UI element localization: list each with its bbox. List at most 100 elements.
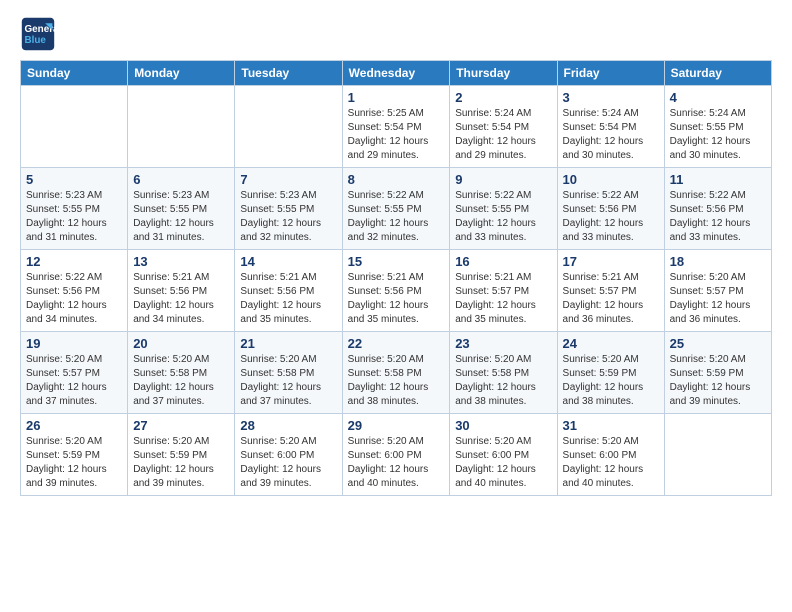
- week-row-5: 26 Sunrise: 5:20 AM Sunset: 5:59 PM Dayli…: [21, 414, 772, 496]
- day-number: 3: [563, 90, 659, 105]
- calendar-cell: 12 Sunrise: 5:22 AM Sunset: 5:56 PM Dayli…: [21, 250, 128, 332]
- day-number: 27: [133, 418, 229, 433]
- day-info: Sunrise: 5:20 AM Sunset: 5:58 PM Dayligh…: [455, 353, 551, 409]
- calendar-cell: 13 Sunrise: 5:21 AM Sunset: 5:56 PM Dayli…: [128, 250, 235, 332]
- logo-icon: General Blue: [20, 16, 56, 52]
- weekday-monday: Monday: [128, 61, 235, 86]
- calendar-cell: [21, 86, 128, 168]
- day-info: Sunrise: 5:20 AM Sunset: 6:00 PM Dayligh…: [348, 435, 445, 491]
- day-info: Sunrise: 5:22 AM Sunset: 5:55 PM Dayligh…: [348, 189, 445, 245]
- calendar: SundayMondayTuesdayWednesdayThursdayFrid…: [20, 60, 772, 496]
- day-info: Sunrise: 5:21 AM Sunset: 5:57 PM Dayligh…: [455, 271, 551, 327]
- calendar-cell: 11 Sunrise: 5:22 AM Sunset: 5:56 PM Dayli…: [664, 168, 771, 250]
- calendar-cell: 23 Sunrise: 5:20 AM Sunset: 5:58 PM Dayli…: [450, 332, 557, 414]
- day-number: 16: [455, 254, 551, 269]
- calendar-cell: 5 Sunrise: 5:23 AM Sunset: 5:55 PM Daylig…: [21, 168, 128, 250]
- calendar-cell: 25 Sunrise: 5:20 AM Sunset: 5:59 PM Dayli…: [664, 332, 771, 414]
- calendar-cell: 3 Sunrise: 5:24 AM Sunset: 5:54 PM Daylig…: [557, 86, 664, 168]
- day-info: Sunrise: 5:20 AM Sunset: 5:59 PM Dayligh…: [133, 435, 229, 491]
- header: General Blue: [20, 16, 772, 52]
- day-info: Sunrise: 5:21 AM Sunset: 5:56 PM Dayligh…: [133, 271, 229, 327]
- calendar-cell: 2Sunrise: 5:24 AM Sunset: 5:54 PM Daylig…: [450, 86, 557, 168]
- day-number: 8: [348, 172, 445, 187]
- calendar-cell: 14 Sunrise: 5:21 AM Sunset: 5:56 PM Dayli…: [235, 250, 342, 332]
- calendar-cell: [128, 86, 235, 168]
- day-number: 20: [133, 336, 229, 351]
- calendar-cell: 16 Sunrise: 5:21 AM Sunset: 5:57 PM Dayli…: [450, 250, 557, 332]
- calendar-cell: 28Sunrise: 5:20 AM Sunset: 6:00 PM Dayli…: [235, 414, 342, 496]
- day-number: 28: [240, 418, 336, 433]
- calendar-cell: 30 Sunrise: 5:20 AM Sunset: 6:00 PM Dayli…: [450, 414, 557, 496]
- day-number: 4: [670, 90, 766, 105]
- svg-text:Blue: Blue: [25, 35, 47, 46]
- weekday-saturday: Saturday: [664, 61, 771, 86]
- day-info: Sunrise: 5:20 AM Sunset: 5:58 PM Dayligh…: [240, 353, 336, 409]
- calendar-cell: 4 Sunrise: 5:24 AM Sunset: 5:55 PM Daylig…: [664, 86, 771, 168]
- day-number: 5: [26, 172, 122, 187]
- calendar-cell: 26 Sunrise: 5:20 AM Sunset: 5:59 PM Dayli…: [21, 414, 128, 496]
- calendar-cell: 27 Sunrise: 5:20 AM Sunset: 5:59 PM Dayli…: [128, 414, 235, 496]
- day-number: 25: [670, 336, 766, 351]
- day-info: Sunrise: 5:21 AM Sunset: 5:57 PM Dayligh…: [563, 271, 659, 327]
- day-number: 30: [455, 418, 551, 433]
- day-info: Sunrise: 5:24 AM Sunset: 5:54 PM Dayligh…: [455, 107, 551, 163]
- weekday-tuesday: Tuesday: [235, 61, 342, 86]
- weekday-wednesday: Wednesday: [342, 61, 450, 86]
- day-number: 11: [670, 172, 766, 187]
- calendar-cell: 18 Sunrise: 5:20 AM Sunset: 5:57 PM Dayli…: [664, 250, 771, 332]
- day-info: Sunrise: 5:24 AM Sunset: 5:54 PM Dayligh…: [563, 107, 659, 163]
- week-row-1: 1 Sunrise: 5:25 AM Sunset: 5:54 PM Daylig…: [21, 86, 772, 168]
- day-number: 24: [563, 336, 659, 351]
- calendar-cell: 10Sunrise: 5:22 AM Sunset: 5:56 PM Dayli…: [557, 168, 664, 250]
- calendar-cell: 7 Sunrise: 5:23 AM Sunset: 5:55 PM Daylig…: [235, 168, 342, 250]
- day-number: 15: [348, 254, 445, 269]
- logo: General Blue: [20, 16, 62, 52]
- day-number: 1: [348, 90, 445, 105]
- calendar-cell: 1 Sunrise: 5:25 AM Sunset: 5:54 PM Daylig…: [342, 86, 450, 168]
- day-number: 23: [455, 336, 551, 351]
- weekday-thursday: Thursday: [450, 61, 557, 86]
- day-info: Sunrise: 5:22 AM Sunset: 5:55 PM Dayligh…: [455, 189, 551, 245]
- day-number: 26: [26, 418, 122, 433]
- calendar-cell: 9 Sunrise: 5:22 AM Sunset: 5:55 PM Daylig…: [450, 168, 557, 250]
- weekday-sunday: Sunday: [21, 61, 128, 86]
- day-info: Sunrise: 5:20 AM Sunset: 5:57 PM Dayligh…: [670, 271, 766, 327]
- day-info: Sunrise: 5:20 AM Sunset: 5:59 PM Dayligh…: [670, 353, 766, 409]
- day-info: Sunrise: 5:20 AM Sunset: 5:57 PM Dayligh…: [26, 353, 122, 409]
- calendar-cell: [664, 414, 771, 496]
- calendar-cell: 22Sunrise: 5:20 AM Sunset: 5:58 PM Dayli…: [342, 332, 450, 414]
- day-number: 9: [455, 172, 551, 187]
- day-info: Sunrise: 5:23 AM Sunset: 5:55 PM Dayligh…: [240, 189, 336, 245]
- day-number: 13: [133, 254, 229, 269]
- day-number: 12: [26, 254, 122, 269]
- day-info: Sunrise: 5:23 AM Sunset: 5:55 PM Dayligh…: [133, 189, 229, 245]
- day-info: Sunrise: 5:23 AM Sunset: 5:55 PM Dayligh…: [26, 189, 122, 245]
- calendar-cell: [235, 86, 342, 168]
- day-info: Sunrise: 5:22 AM Sunset: 5:56 PM Dayligh…: [26, 271, 122, 327]
- calendar-cell: 8 Sunrise: 5:22 AM Sunset: 5:55 PM Daylig…: [342, 168, 450, 250]
- day-number: 21: [240, 336, 336, 351]
- day-number: 14: [240, 254, 336, 269]
- calendar-body: 1 Sunrise: 5:25 AM Sunset: 5:54 PM Daylig…: [21, 86, 772, 496]
- day-info: Sunrise: 5:25 AM Sunset: 5:54 PM Dayligh…: [348, 107, 445, 163]
- weekday-friday: Friday: [557, 61, 664, 86]
- day-number: 18: [670, 254, 766, 269]
- day-info: Sunrise: 5:22 AM Sunset: 5:56 PM Dayligh…: [670, 189, 766, 245]
- day-number: 29: [348, 418, 445, 433]
- day-info: Sunrise: 5:21 AM Sunset: 5:56 PM Dayligh…: [240, 271, 336, 327]
- calendar-cell: 29 Sunrise: 5:20 AM Sunset: 6:00 PM Dayli…: [342, 414, 450, 496]
- calendar-cell: 24Sunrise: 5:20 AM Sunset: 5:59 PM Dayli…: [557, 332, 664, 414]
- day-info: Sunrise: 5:24 AM Sunset: 5:55 PM Dayligh…: [670, 107, 766, 163]
- day-info: Sunrise: 5:22 AM Sunset: 5:56 PM Dayligh…: [563, 189, 659, 245]
- day-number: 7: [240, 172, 336, 187]
- weekday-header: SundayMondayTuesdayWednesdayThursdayFrid…: [21, 61, 772, 86]
- week-row-2: 5 Sunrise: 5:23 AM Sunset: 5:55 PM Daylig…: [21, 168, 772, 250]
- day-info: Sunrise: 5:20 AM Sunset: 5:59 PM Dayligh…: [26, 435, 122, 491]
- day-info: Sunrise: 5:20 AM Sunset: 6:00 PM Dayligh…: [455, 435, 551, 491]
- calendar-cell: 21 Sunrise: 5:20 AM Sunset: 5:58 PM Dayli…: [235, 332, 342, 414]
- calendar-cell: 19 Sunrise: 5:20 AM Sunset: 5:57 PM Dayli…: [21, 332, 128, 414]
- calendar-cell: 6Sunrise: 5:23 AM Sunset: 5:55 PM Daylig…: [128, 168, 235, 250]
- day-info: Sunrise: 5:20 AM Sunset: 6:00 PM Dayligh…: [563, 435, 659, 491]
- day-number: 19: [26, 336, 122, 351]
- calendar-cell: 20Sunrise: 5:20 AM Sunset: 5:58 PM Dayli…: [128, 332, 235, 414]
